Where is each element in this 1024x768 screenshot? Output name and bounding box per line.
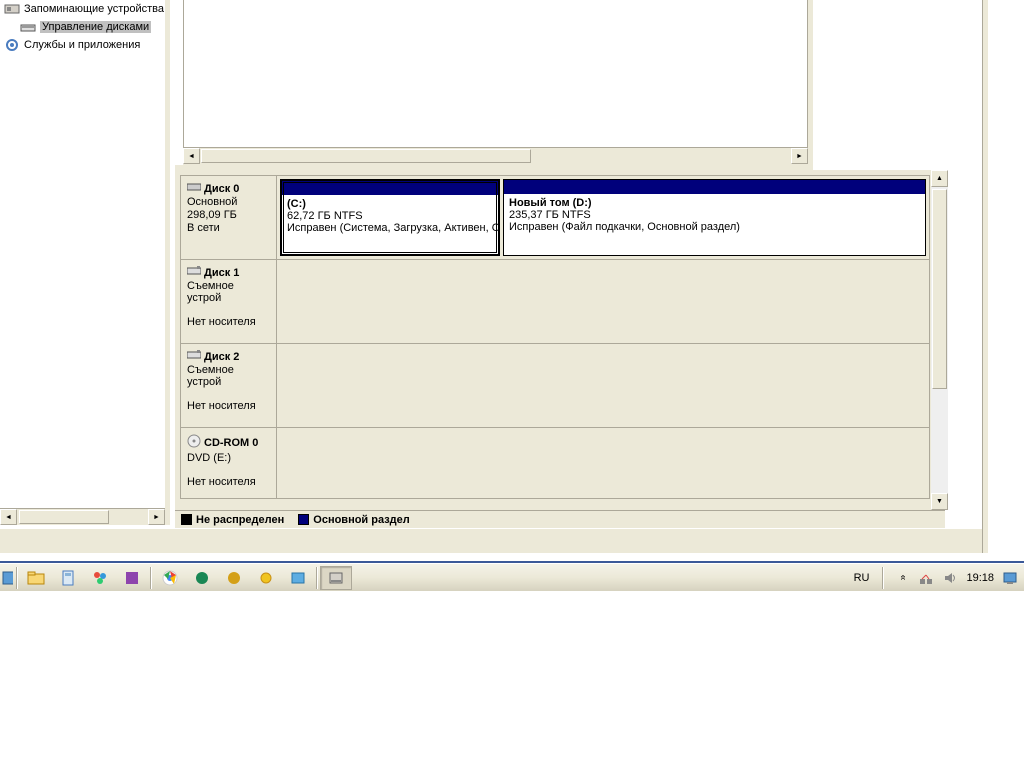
- taskbar-app-blue[interactable]: [282, 566, 314, 590]
- disk-type: Съемное устрой: [187, 364, 270, 388]
- disk-status: Нет носителя: [187, 316, 270, 328]
- disk-icon: [20, 19, 36, 35]
- disk-row: CD-ROM 0 DVD (E:) Нет носителя: [181, 428, 929, 498]
- taskbar-app-orange[interactable]: [250, 566, 282, 590]
- volume-title: Новый том (D:): [509, 197, 920, 209]
- services-icon: [4, 37, 20, 53]
- disk-type: Съемное устрой: [187, 280, 270, 304]
- scroll-track[interactable]: [931, 187, 948, 493]
- scroll-track[interactable]: [200, 148, 791, 165]
- volume-status: Исправен (Файл подкачки, Основной раздел…: [509, 221, 920, 233]
- disk-header[interactable]: Диск 1 Съемное устрой Нет носителя: [181, 260, 277, 343]
- scroll-track[interactable]: [17, 509, 148, 525]
- volume-header: [504, 180, 925, 194]
- window-statusbar: [0, 528, 988, 553]
- disk-status: В сети: [187, 222, 270, 234]
- splitter-vertical[interactable]: [165, 0, 170, 525]
- volume-title: (C:): [287, 198, 493, 210]
- disk-map-inner: Диск 0 Основной 298,09 ГБ В сети (C:) 62…: [180, 175, 930, 499]
- systray: RU 19:18: [851, 567, 1024, 589]
- disk-volumes: [277, 344, 929, 427]
- volume-fs: 235,37 ГБ NTFS: [509, 209, 920, 221]
- scroll-right-button[interactable]: [791, 148, 808, 164]
- tree-panel: Запоминающие устройства Управление диска…: [0, 0, 165, 525]
- disk-row: Диск 1 Съемное устрой Нет носителя: [181, 260, 929, 344]
- scroll-thumb[interactable]: [19, 510, 109, 524]
- network-icon[interactable]: [918, 570, 934, 586]
- taskbar-app-green[interactable]: [186, 566, 218, 590]
- disk-header[interactable]: Диск 2 Съемное устрой Нет носителя: [181, 344, 277, 427]
- taskbar-separator: [150, 567, 152, 589]
- disk-volumes: [277, 428, 929, 498]
- scroll-up-button[interactable]: [931, 170, 948, 187]
- show-desktop-icon[interactable]: [1002, 570, 1018, 586]
- tree-item-storage[interactable]: Запоминающие устройства: [0, 0, 165, 18]
- scroll-right-button[interactable]: [148, 509, 165, 525]
- legend-bar: Не распределен Основной раздел: [175, 510, 945, 528]
- taskbar-calc[interactable]: [52, 566, 84, 590]
- disk-map-pane: Диск 0 Основной 298,09 ГБ В сети (C:) 62…: [175, 170, 945, 525]
- list-hscroll[interactable]: [183, 148, 808, 165]
- disk-name: Диск 1: [204, 267, 239, 279]
- disk-name: Диск 2: [204, 351, 239, 363]
- volume-c[interactable]: (C:) 62,72 ГБ NTFS Исправен (Система, За…: [280, 179, 500, 256]
- scroll-thumb[interactable]: [932, 189, 947, 389]
- tree-item-services[interactable]: Службы и приложения: [0, 36, 165, 54]
- disk-row: Диск 2 Съемное устрой Нет носителя: [181, 344, 929, 428]
- scroll-left-button[interactable]: [0, 509, 17, 525]
- disk-status: Нет носителя: [187, 476, 270, 488]
- taskbar-separator: [16, 567, 18, 589]
- volume-fs: 62,72 ГБ NTFS: [287, 210, 493, 222]
- legend-label: Не распределен: [196, 514, 284, 526]
- removable-icon: [187, 350, 201, 363]
- tree-label: Управление дисками: [40, 21, 151, 33]
- disk-name: Диск 0: [204, 183, 239, 195]
- disk-volumes: [277, 260, 929, 343]
- tree-hscroll[interactable]: [0, 508, 165, 525]
- scroll-left-button[interactable]: [183, 148, 200, 164]
- taskbar-chrome[interactable]: [154, 566, 186, 590]
- volume-icon[interactable]: [942, 570, 958, 586]
- tree-item-disk-mgmt[interactable]: Управление дисками: [0, 18, 165, 36]
- volume-status: Исправен (Система, Загрузка, Активен, О: [287, 222, 493, 234]
- taskbar-app-1[interactable]: [0, 566, 14, 590]
- language-indicator[interactable]: RU: [851, 571, 873, 585]
- taskbar-app-yellow[interactable]: [218, 566, 250, 590]
- legend-swatch-unallocated: [181, 514, 192, 525]
- systray-expand-icon[interactable]: [894, 570, 910, 586]
- taskbar-app-purple[interactable]: [116, 566, 148, 590]
- legend-label: Основной раздел: [313, 514, 410, 526]
- hdd-icon: [187, 182, 201, 195]
- taskbar-app-paint[interactable]: [84, 566, 116, 590]
- volume-header: [282, 181, 498, 195]
- disk-header[interactable]: Диск 0 Основной 298,09 ГБ В сети: [181, 176, 277, 259]
- taskbar-explorer[interactable]: [20, 566, 52, 590]
- disk-volumes: (C:) 62,72 ГБ NTFS Исправен (Система, За…: [277, 176, 929, 259]
- cdrom-icon: [187, 434, 201, 451]
- volume-list-pane: [183, 0, 808, 148]
- volume-d[interactable]: Новый том (D:) 235,37 ГБ NTFS Исправен (…: [503, 179, 926, 256]
- disk-status: Нет носителя: [187, 400, 270, 412]
- scroll-thumb[interactable]: [201, 149, 531, 163]
- tree-label: Запоминающие устройства: [24, 3, 164, 15]
- taskbar-separator: [316, 567, 318, 589]
- window-frame-right: [982, 0, 988, 553]
- disk-header[interactable]: CD-ROM 0 DVD (E:) Нет носителя: [181, 428, 277, 498]
- disk-vscroll[interactable]: [931, 170, 948, 510]
- storage-icon: [4, 1, 20, 17]
- systray-separator: [882, 567, 884, 589]
- legend-swatch-primary: [298, 514, 309, 525]
- tree-label: Службы и приложения: [24, 39, 140, 51]
- taskbar-running-diskmgmt[interactable]: [320, 566, 352, 590]
- disk-type: DVD (E:): [187, 452, 270, 464]
- disk-size: 298,09 ГБ: [187, 209, 270, 221]
- disk-type: Основной: [187, 196, 270, 208]
- removable-icon: [187, 266, 201, 279]
- disk-row: Диск 0 Основной 298,09 ГБ В сети (C:) 62…: [181, 176, 929, 260]
- clock[interactable]: 19:18: [966, 572, 994, 584]
- taskbar-buttons: [0, 566, 352, 590]
- disk-name: CD-ROM 0: [204, 437, 258, 449]
- scroll-down-button[interactable]: [931, 493, 948, 510]
- taskbar: RU 19:18: [0, 563, 1024, 591]
